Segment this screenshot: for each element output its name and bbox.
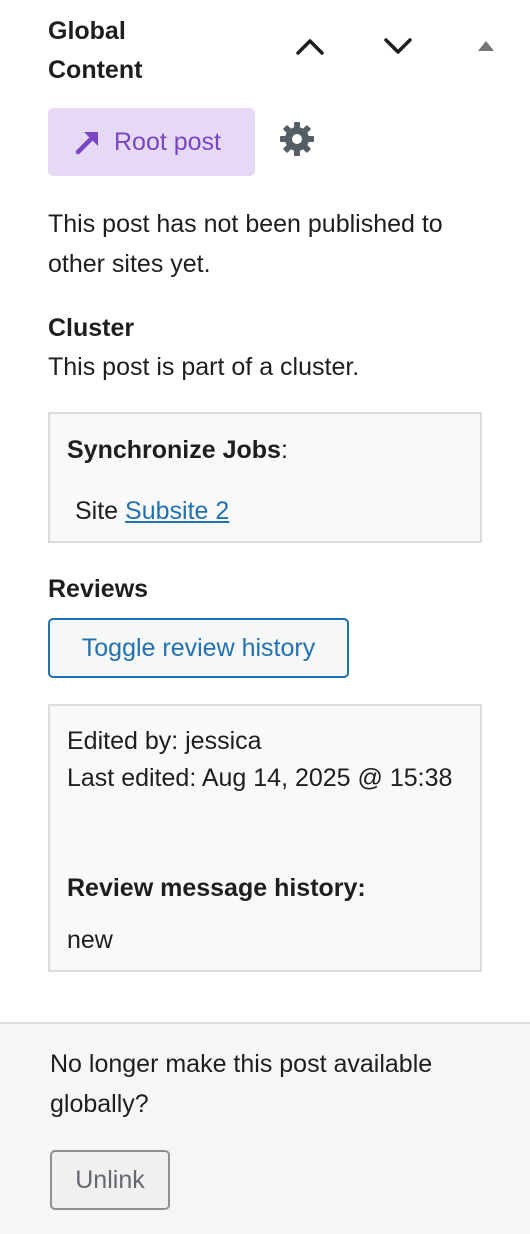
last-edited-text: Last edited: Aug 14, 2025 @ 15:38 [67,764,453,792]
review-history-title: Review message history: [67,874,366,902]
sync-jobs-title-label: Synchronize Jobs [67,436,281,464]
sync-job-row: Site Subsite 2 [75,492,229,530]
unlink-question: No longer make this post available globa… [50,1050,433,1118]
unlink-footer: No longer make this post available globa… [0,1022,530,1234]
publish-status-text: This post has not been published to othe… [48,210,443,278]
sync-jobs-box: Synchronize Jobs: Site Subsite 2 [48,412,482,543]
arrow-up-right-icon [75,129,101,155]
toggle-review-history-button[interactable]: Toggle review history [48,618,349,678]
sync-job-site-prefix: Site [75,497,119,525]
gear-icon [279,121,315,162]
unlink-button[interactable]: Unlink [50,1150,170,1210]
root-post-label: Root post [114,127,222,156]
root-post-button[interactable]: Root post [48,108,255,176]
reviews-heading: Reviews [48,575,149,603]
cluster-heading: Cluster [48,314,135,342]
sync-jobs-title-suffix: : [280,436,288,464]
sync-jobs-title: Synchronize Jobs: [67,431,288,469]
move-down-button[interactable] [376,24,420,68]
panel-title: Global Content [48,17,143,84]
move-up-button[interactable] [288,24,332,68]
toggle-panel-button[interactable] [464,24,508,68]
review-history-box: Edited by: jessica Last edited: Aug 14, … [48,704,482,972]
panel-header: Global Content [48,6,530,86]
caret-up-icon [476,39,496,53]
chevron-down-icon [383,36,413,56]
cluster-text: This post is part of a cluster. [48,353,360,381]
subsite-link[interactable]: Subsite 2 [125,497,229,525]
edited-by-text: Edited by: jessica [67,727,262,755]
settings-button[interactable] [276,120,318,162]
review-history-message: new [67,926,113,954]
chevron-up-icon [295,36,325,56]
